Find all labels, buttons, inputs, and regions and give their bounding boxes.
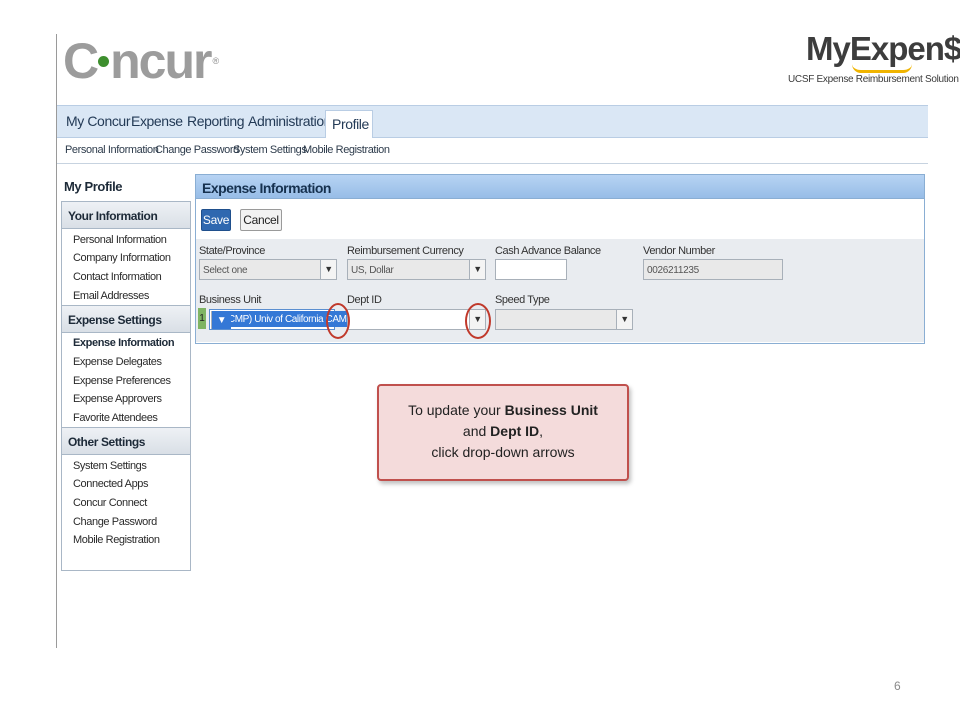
tab-my-concur[interactable]: My Concur — [66, 113, 130, 129]
sidebar-item-connected-apps[interactable]: Connected Apps — [73, 478, 149, 490]
myexpense-tagline: UCSF Expense Reimbursement Solution — [788, 74, 959, 85]
currency-label: Reimbursement Currency — [347, 245, 464, 257]
subnav-change-password[interactable]: Change Password — [155, 144, 239, 156]
sidebar-item-expense-approvers[interactable]: Expense Approvers — [73, 393, 162, 405]
dept-id-label: Dept ID — [347, 294, 382, 306]
page-number: 6 — [894, 679, 901, 693]
myexpense-logo: MyExpen$e — [806, 30, 960, 67]
cancel-button[interactable]: Cancel — [240, 209, 282, 231]
panel-title: Expense Information — [202, 180, 331, 196]
vendor-number-label: Vendor Number — [643, 245, 715, 257]
sidebar-item-email-addresses[interactable]: Email Addresses — [73, 290, 149, 302]
dept-id-highlight-circle — [465, 303, 491, 339]
tab-reporting[interactable]: Reporting — [187, 113, 245, 129]
sidebar: Your Information Personal Information Co… — [61, 201, 191, 571]
sidebar-item-expense-delegates[interactable]: Expense Delegates — [73, 356, 162, 368]
form-fields-area: State/Province Select one ▼ Reimbursemen… — [196, 239, 924, 342]
chevron-down-icon[interactable]: ▼ — [616, 310, 632, 329]
save-button[interactable]: Save — [201, 209, 231, 231]
sidebar-item-expense-information[interactable]: Expense Information — [73, 337, 175, 349]
business-unit-label: Business Unit — [199, 294, 262, 306]
tab-expense[interactable]: Expense — [131, 113, 183, 129]
sidebar-heading-your-information: Your Information — [62, 201, 190, 229]
panel-title-bar: Expense Information — [196, 175, 924, 199]
chevron-down-icon[interactable]: ▼ — [320, 260, 336, 279]
state-select[interactable]: Select one ▼ — [199, 259, 337, 280]
cash-advance-label: Cash Advance Balance — [495, 245, 601, 257]
sidebar-item-mobile-registration[interactable]: Mobile Registration — [73, 534, 160, 546]
sidebar-item-personal-information[interactable]: Personal Information — [73, 234, 167, 246]
speed-type-label: Speed Type — [495, 294, 550, 306]
speed-type-select[interactable]: ▼ — [495, 309, 633, 330]
concur-logo: Cncur ® — [63, 33, 220, 89]
sidebar-item-change-password[interactable]: Change Password — [73, 516, 157, 528]
sub-nav: Personal Information Change Password Sys… — [57, 137, 928, 164]
myexpense-swoosh — [852, 64, 912, 73]
subnav-system-settings[interactable]: System Settings — [233, 144, 307, 156]
tab-administration[interactable]: Administration — [248, 113, 332, 129]
business-unit-chevron-down-icon[interactable]: ▼ — [211, 311, 231, 329]
chevron-down-icon[interactable]: ▼ — [469, 260, 485, 279]
instruction-callout: To update your Business Unit and Dept ID… — [377, 384, 629, 481]
expense-information-panel: Expense Information Save Cancel State/Pr… — [195, 174, 925, 344]
cash-advance-field[interactable] — [495, 259, 567, 280]
tab-profile[interactable]: Profile — [325, 110, 373, 138]
vendor-number-field: 0026211235 — [643, 259, 783, 280]
sidebar-heading-other-settings: Other Settings — [62, 427, 190, 455]
sidebar-heading-expense-settings: Expense Settings — [62, 305, 190, 333]
concur-logo-dot — [98, 56, 110, 68]
sidebar-item-concur-connect[interactable]: Concur Connect — [73, 497, 147, 509]
business-unit-highlight-circle — [326, 303, 350, 339]
business-unit-index: 1 — [198, 308, 206, 329]
subnav-personal-information[interactable]: Personal Information — [65, 144, 159, 156]
sidebar-item-favorite-attendees[interactable]: Favorite Attendees — [73, 412, 158, 424]
state-label: State/Province — [199, 245, 265, 257]
sidebar-item-company-information[interactable]: Company Information — [73, 252, 171, 264]
subnav-mobile-registration[interactable]: Mobile Registration — [303, 144, 390, 156]
top-nav: My Concur Expense Reporting Administrati… — [57, 105, 928, 138]
business-unit-select[interactable]: (SFCMP) Univ of California CAMPUS ▼ — [209, 309, 368, 330]
sidebar-item-contact-information[interactable]: Contact Information — [73, 271, 162, 283]
currency-select[interactable]: US, Dollar ▼ — [347, 259, 486, 280]
sidebar-item-system-settings[interactable]: System Settings — [73, 460, 147, 472]
sidebar-title: My Profile — [64, 179, 123, 194]
sidebar-item-expense-preferences[interactable]: Expense Preferences — [73, 375, 171, 387]
